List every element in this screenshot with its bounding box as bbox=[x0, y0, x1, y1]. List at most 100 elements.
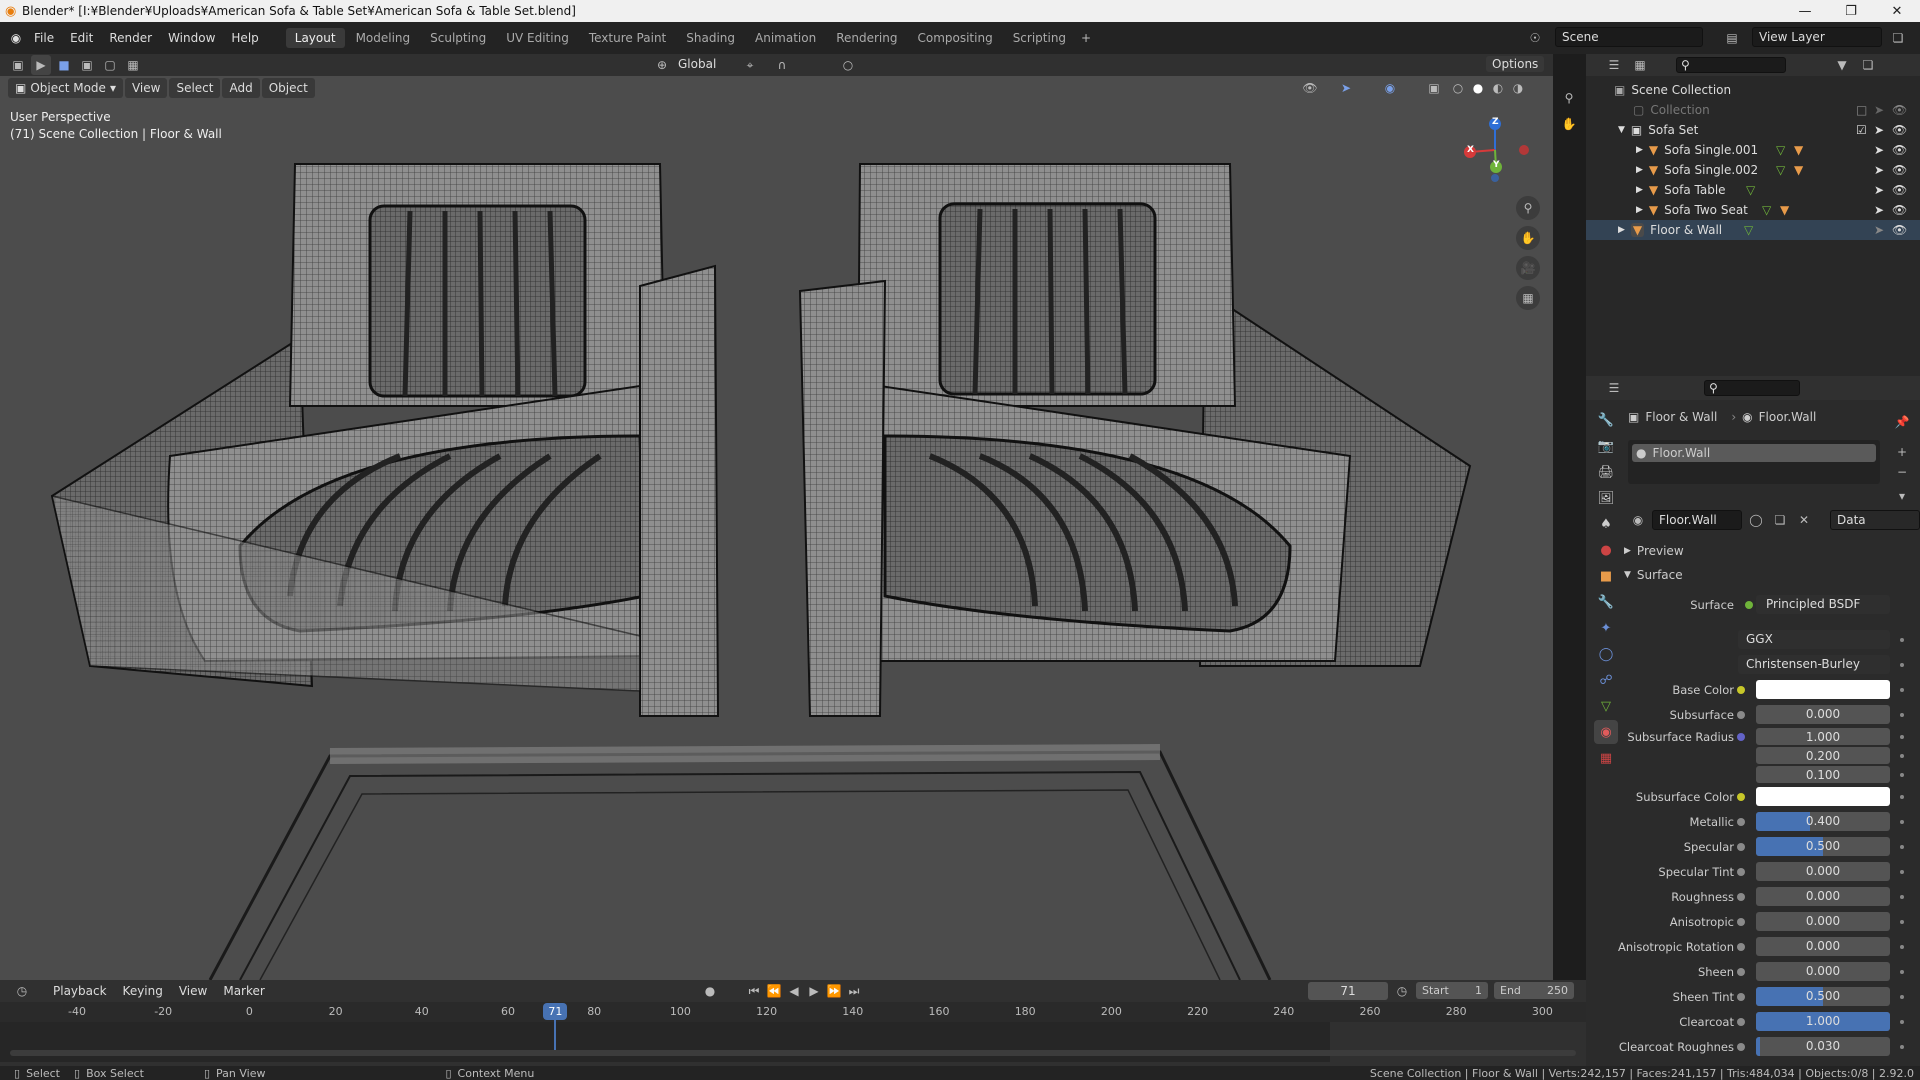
slot-specials-icon[interactable]: ▾ bbox=[1892, 486, 1912, 506]
expand-arrow-icon[interactable]: ▶ bbox=[1636, 205, 1643, 215]
navigation-gizmo[interactable]: Z X Y bbox=[1460, 112, 1530, 187]
visibility-eye-icon[interactable]: 👁 bbox=[1892, 223, 1907, 237]
viewport-menu-view[interactable]: View bbox=[124, 78, 168, 98]
menu-render[interactable]: Render bbox=[101, 31, 160, 45]
viewport-menu-object[interactable]: Object bbox=[261, 78, 315, 98]
filter-icon[interactable]: ▼ bbox=[1832, 55, 1852, 75]
exclude-checkbox[interactable]: □ bbox=[1856, 103, 1867, 117]
viewport-menu-select[interactable]: Select bbox=[169, 78, 221, 98]
play-icon[interactable]: ▶ bbox=[804, 981, 824, 1001]
value-slider[interactable]: 0.000 bbox=[1756, 862, 1890, 881]
keyframe-dot[interactable] bbox=[1900, 753, 1904, 758]
properties-search-input[interactable]: ⚲ bbox=[1704, 380, 1800, 396]
overlays-icon[interactable]: ◉ bbox=[1380, 78, 1400, 98]
socket-icon[interactable] bbox=[1737, 942, 1745, 951]
view-layer-selector[interactable]: View Layer bbox=[1752, 27, 1882, 47]
keyframe-dot[interactable] bbox=[1900, 894, 1904, 899]
workspace-tab-rendering[interactable]: Rendering bbox=[827, 28, 906, 48]
jump-end-icon[interactable]: ⏭ bbox=[844, 981, 864, 1001]
value-slider[interactable]: 0.000 bbox=[1756, 705, 1890, 724]
hand-tool-icon[interactable]: ✋ bbox=[1559, 114, 1579, 134]
proportional-editing-icon[interactable]: ○ bbox=[838, 55, 858, 75]
socket-icon[interactable] bbox=[1737, 1017, 1745, 1026]
distribution-dropdown[interactable]: GGX bbox=[1738, 630, 1890, 649]
keyframe-dot[interactable] bbox=[1900, 994, 1904, 999]
link-dropdown[interactable]: Data bbox=[1830, 510, 1920, 530]
select-mode-subtract-icon[interactable]: ▢ bbox=[100, 55, 120, 75]
visibility-eye-icon[interactable]: 👁 bbox=[1892, 123, 1907, 137]
workspace-tab-uv-editing[interactable]: UV Editing bbox=[497, 28, 578, 48]
playhead-frame-badge[interactable]: 71 bbox=[543, 1003, 568, 1020]
maximize-button[interactable]: ❐ bbox=[1828, 0, 1874, 22]
socket-icon[interactable] bbox=[1737, 992, 1745, 1001]
camera-view-icon[interactable]: 🎥 bbox=[1516, 256, 1540, 280]
editor-type-icon[interactable]: ▣ bbox=[8, 55, 28, 75]
keyframe-dot[interactable] bbox=[1900, 662, 1904, 667]
play-reverse-icon[interactable]: ◀ bbox=[784, 981, 804, 1001]
keyframe-dot[interactable] bbox=[1900, 794, 1904, 799]
workspace-tab-texture-paint[interactable]: Texture Paint bbox=[580, 28, 675, 48]
3d-viewport[interactable] bbox=[0, 76, 1553, 980]
display-mode-icon[interactable]: ▦ bbox=[1630, 55, 1650, 75]
socket-icon[interactable] bbox=[1737, 792, 1745, 801]
visibility-eye-icon[interactable]: 👁 bbox=[1892, 163, 1907, 177]
remove-slot-icon[interactable]: − bbox=[1892, 462, 1912, 482]
outliner-item-sofa-single-002[interactable]: ▶ ▼ Sofa Single.002 ▽ ▼ ➤ 👁 bbox=[1586, 160, 1920, 180]
value-slider[interactable]: 0.000 bbox=[1756, 912, 1890, 931]
keyframe-dot[interactable] bbox=[1900, 944, 1904, 949]
blender-menu-icon[interactable]: ◉ bbox=[6, 28, 26, 48]
select-mode-new-icon[interactable]: ■ bbox=[54, 55, 74, 75]
keyframe-dot[interactable] bbox=[1900, 734, 1904, 739]
socket-icon[interactable] bbox=[1737, 842, 1745, 851]
socket-icon[interactable] bbox=[1737, 917, 1745, 926]
workspace-tab-scripting[interactable]: Scripting bbox=[1004, 28, 1075, 48]
new-collection-icon[interactable]: ❏ bbox=[1858, 55, 1878, 75]
pin-icon[interactable]: 📌 bbox=[1892, 412, 1912, 432]
clock-icon[interactable]: ◷ bbox=[1392, 981, 1412, 1001]
selectable-icon[interactable]: ➤ bbox=[1874, 143, 1884, 157]
expand-arrow-icon[interactable]: ▶ bbox=[1618, 225, 1625, 235]
snap-icon[interactable]: ∩ bbox=[772, 55, 792, 75]
value-slider[interactable]: 1.000 bbox=[1756, 1012, 1890, 1031]
output-tab-icon[interactable]: 🖨 bbox=[1594, 460, 1618, 484]
outliner-item-collection[interactable]: ▢ Collection □ ➤ 👁 bbox=[1586, 100, 1920, 120]
jump-start-icon[interactable]: ⏮ bbox=[744, 981, 764, 1001]
outliner-editor-type-icon[interactable]: ☰ bbox=[1604, 55, 1624, 75]
perspective-toggle-icon[interactable]: ▦ bbox=[1516, 286, 1540, 310]
object-tab-icon[interactable]: ■ bbox=[1594, 564, 1618, 588]
add-workspace-icon[interactable]: + bbox=[1076, 28, 1096, 48]
scene-selector[interactable]: Scene bbox=[1555, 27, 1703, 47]
timeline-menu-view[interactable]: View bbox=[172, 981, 214, 1001]
workspace-tab-sculpting[interactable]: Sculpting bbox=[421, 28, 495, 48]
socket-icon[interactable] bbox=[1737, 685, 1745, 694]
options-dropdown[interactable]: Options bbox=[1486, 56, 1545, 72]
zoom-icon[interactable]: ⚲ bbox=[1516, 196, 1540, 220]
workspace-tab-layout[interactable]: Layout bbox=[285, 28, 345, 48]
expand-arrow-icon[interactable]: ▶ bbox=[1636, 165, 1643, 175]
outliner-item-sofa-single-001[interactable]: ▶ ▼ Sofa Single.001 ▽ ▼ ➤ 👁 bbox=[1586, 140, 1920, 160]
keyframe-dot[interactable] bbox=[1900, 772, 1904, 777]
rendered-shading-icon[interactable]: ◑ bbox=[1508, 78, 1528, 98]
xray-icon[interactable]: ▣ bbox=[1424, 78, 1444, 98]
menu-help[interactable]: Help bbox=[223, 31, 266, 45]
keyframe-dot[interactable] bbox=[1900, 869, 1904, 874]
socket-icon[interactable] bbox=[1737, 867, 1745, 876]
gizmo-toggle-icon[interactable]: ➤ bbox=[1336, 78, 1356, 98]
add-slot-icon[interactable]: + bbox=[1892, 442, 1912, 462]
socket-icon[interactable] bbox=[1737, 967, 1745, 976]
expand-arrow-icon[interactable]: ▶ bbox=[1636, 185, 1643, 195]
outliner-scene-collection[interactable]: ▣ Scene Collection bbox=[1586, 80, 1920, 100]
new-view-layer-icon[interactable]: ❏ bbox=[1888, 28, 1908, 48]
timeline-menu-marker[interactable]: Marker bbox=[216, 981, 271, 1001]
value-slider[interactable]: 0.100 bbox=[1756, 766, 1890, 783]
mode-selector[interactable]: ▣ Object Mode ▾ bbox=[8, 78, 123, 98]
socket-icon[interactable] bbox=[1737, 1042, 1745, 1051]
value-slider[interactable]: 0.030 bbox=[1756, 1037, 1890, 1056]
visibility-eye-icon[interactable]: 👁 bbox=[1892, 103, 1907, 117]
current-frame-field[interactable]: 71 bbox=[1308, 982, 1388, 1000]
wireframe-shading-icon[interactable]: ○ bbox=[1448, 78, 1468, 98]
solid-shading-icon[interactable]: ● bbox=[1468, 78, 1488, 98]
select-tool-icon[interactable]: ▶ bbox=[31, 55, 51, 75]
keyframe-dot[interactable] bbox=[1900, 819, 1904, 824]
visibility-eye-icon[interactable]: 👁 bbox=[1892, 203, 1907, 217]
